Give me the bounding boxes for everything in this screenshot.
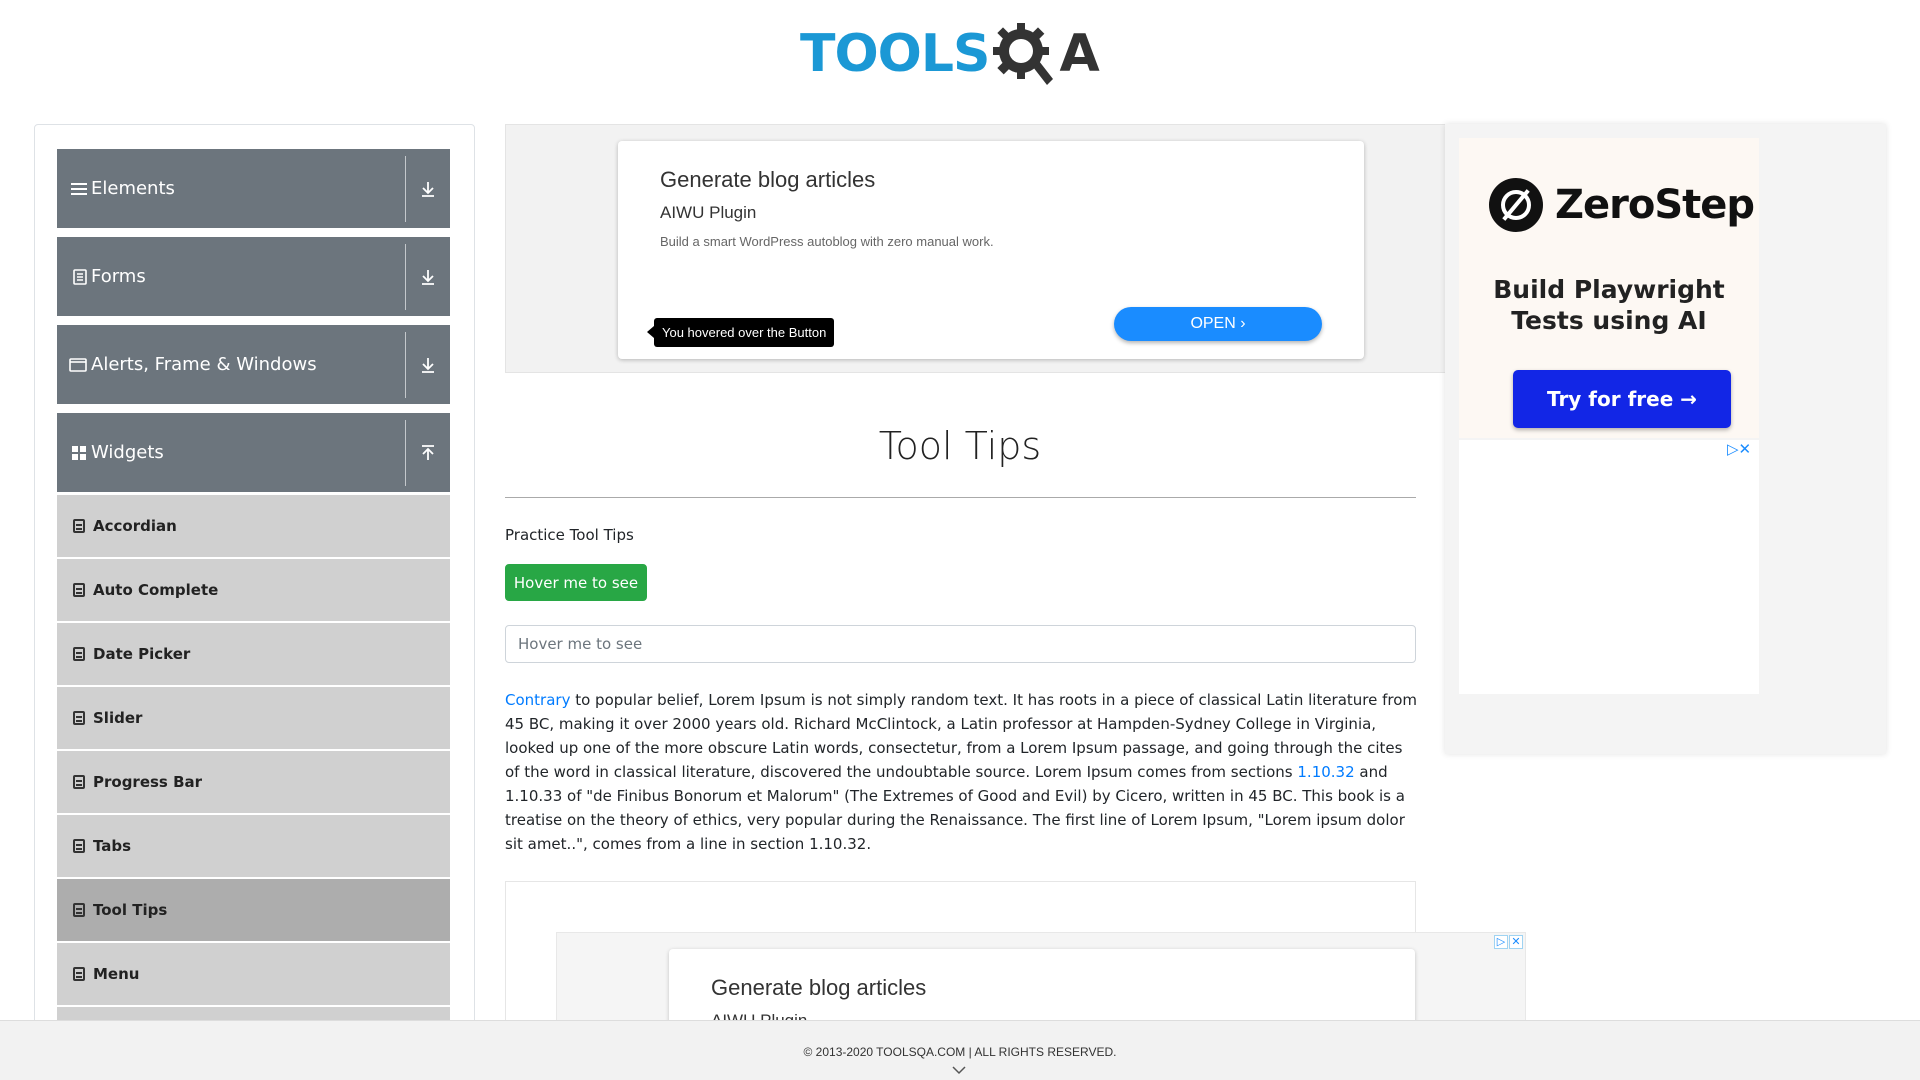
group-header-elements[interactable]: Elements <box>57 149 450 228</box>
group-label: Widgets <box>91 442 164 463</box>
upload-arrow-icon[interactable] <box>406 444 450 461</box>
group-label: Alerts, Frame & Windows <box>91 354 317 375</box>
sidebar-item-tool-tips[interactable]: Tool Tips <box>57 879 450 941</box>
logo-tools-text: TOOLS <box>800 24 990 84</box>
document-icon <box>57 268 91 285</box>
sidebar-item-label: Menu <box>93 965 140 983</box>
list-item-icon <box>73 647 85 661</box>
zerostep-ad[interactable]: ZeroStep Build Playwright Tests using AI… <box>1459 138 1759 438</box>
list-item-icon <box>73 903 85 917</box>
ad-blank-area <box>1459 440 1759 694</box>
sidebar-item-menu[interactable]: Menu <box>57 943 450 1005</box>
zerostep-logo: ZeroStep <box>1489 178 1755 232</box>
grid-icon <box>57 445 91 461</box>
sidebar-item-auto-complete[interactable]: Auto Complete <box>57 559 450 621</box>
download-arrow-icon[interactable] <box>406 269 450 285</box>
window-icon <box>57 357 91 372</box>
ad-info-icon[interactable]: ▷ <box>1494 935 1508 949</box>
ad-banner-right: ZeroStep Build Playwright Tests using AI… <box>1445 124 1886 754</box>
toolsqa-logo[interactable]: TOOLS A <box>800 14 1124 94</box>
group-label: Forms <box>91 266 146 287</box>
download-arrow-icon[interactable] <box>406 357 450 373</box>
download-arrow-icon[interactable] <box>406 181 450 197</box>
divider <box>505 497 1416 498</box>
menu-icon <box>57 182 91 196</box>
sidebar-item-label: Accordian <box>93 517 177 535</box>
sidebar-item-date-picker[interactable]: Date Picker <box>57 623 450 685</box>
list-item-icon <box>73 839 85 853</box>
zerostep-headline-line1: Build Playwright <box>1493 275 1725 304</box>
list-item-icon <box>73 583 85 597</box>
ad-choices[interactable]: ▷✕ <box>1727 440 1751 458</box>
sidebar-item-accordian[interactable]: Accordian <box>57 495 450 557</box>
sidebar-item-label: Tool Tips <box>93 901 168 919</box>
ad-info-icon[interactable]: ▷ <box>1727 441 1739 458</box>
close-icon[interactable]: ✕ <box>1739 441 1752 458</box>
try-for-free-button[interactable]: Try for free → <box>1513 370 1731 428</box>
list-item-icon <box>73 967 85 981</box>
section-link[interactable]: 1.10.32 <box>1297 763 1354 781</box>
gear-magnifier-icon <box>993 23 1054 85</box>
group-header-forms[interactable]: Forms <box>57 237 450 316</box>
sidebar-item-label: Slider <box>93 709 143 727</box>
ad-subtitle: AIWU Plugin <box>660 203 757 222</box>
sidebar-item-label: Progress Bar <box>93 773 203 791</box>
list-item-icon <box>73 775 85 789</box>
hover-me-input[interactable] <box>505 625 1416 663</box>
copyright-text: © 2013-2020 TOOLSQA.COM | ALL RIGHTS RES… <box>803 1045 1117 1059</box>
zerostep-headline-line2: Tests using AI <box>1511 306 1707 335</box>
zerostep-headline: Build Playwright Tests using AI <box>1459 274 1759 336</box>
sidebar-item-progress-bar[interactable]: Progress Bar <box>57 751 450 813</box>
ad-open-button[interactable]: OPEN › <box>1114 307 1322 341</box>
logo-qa-text: A <box>1059 24 1099 84</box>
ad-description: Build a smart WordPress autoblog with ze… <box>660 234 994 249</box>
practice-label: Practice Tool Tips <box>505 526 634 544</box>
ad-card[interactable]: Generate blog articles AIWU Plugin Build… <box>618 141 1364 359</box>
sidebar-item-slider[interactable]: Slider <box>57 687 450 749</box>
sidebar-item-label: Date Picker <box>93 645 191 663</box>
lorem-text-part1: to popular belief, Lorem Ipsum is not si… <box>505 691 1418 781</box>
zerostep-logo-icon <box>1489 178 1543 232</box>
sidebar-item-label: Auto Complete <box>93 581 219 599</box>
list-item-icon <box>73 519 85 533</box>
footer: © 2013-2020 TOOLSQA.COM | ALL RIGHTS RES… <box>0 1020 1920 1080</box>
zerostep-brand: ZeroStep <box>1555 182 1755 228</box>
contrary-link[interactable]: Contrary <box>505 691 570 709</box>
hover-me-button[interactable]: Hover me to see <box>505 564 647 601</box>
lorem-paragraph: Contrary to popular belief, Lorem Ipsum … <box>505 688 1420 856</box>
tooltip: You hovered over the Button <box>646 318 835 347</box>
page-title: Tool Tips <box>878 424 1042 468</box>
ad-choices[interactable]: ▷ ✕ <box>1494 935 1523 949</box>
close-icon[interactable]: ✕ <box>1509 935 1523 949</box>
group-header-widgets[interactable]: Widgets <box>57 413 450 492</box>
ad-banner-top: Generate blog articles AIWU Plugin Build… <box>505 124 1446 373</box>
ad-title: Generate blog articles <box>660 167 876 192</box>
sidebar-item-label: Tabs <box>93 837 132 855</box>
chevron-down-icon[interactable] <box>952 1063 966 1077</box>
sidebar-item-tabs[interactable]: Tabs <box>57 815 450 877</box>
left-navigation-panel: Elements Forms Alerts, Frame & Windows W… <box>34 124 475 1064</box>
list-item-icon <box>73 711 85 725</box>
group-header-alerts-frame-windows[interactable]: Alerts, Frame & Windows <box>57 325 450 404</box>
group-label: Elements <box>91 178 175 199</box>
ad-title: Generate blog articles <box>711 975 927 1000</box>
